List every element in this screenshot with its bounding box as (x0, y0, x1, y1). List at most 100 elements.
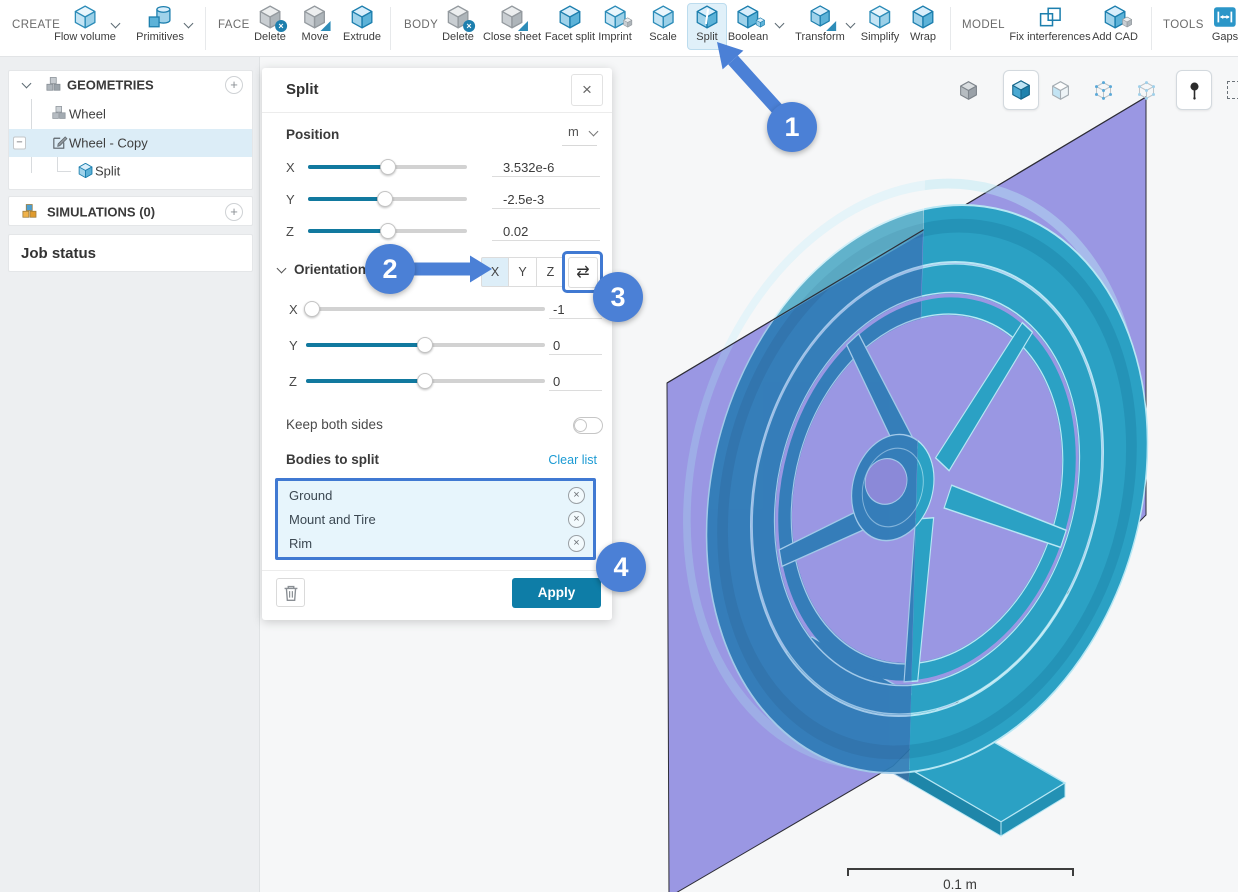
sidebar-item-wheel[interactable]: Wheel (9, 99, 252, 129)
remove-item-icon[interactable]: × (568, 511, 585, 528)
position-z-slider-handle[interactable] (380, 223, 396, 239)
wrap-button[interactable]: Wrap (910, 4, 936, 43)
chevron-down-icon[interactable] (184, 19, 194, 29)
boolean-button[interactable]: Boolean (728, 4, 768, 43)
divider (262, 112, 612, 113)
view-box-select-button[interactable] (1218, 70, 1238, 110)
toolbar-separator (390, 7, 391, 50)
delete-operation-button[interactable] (276, 578, 305, 607)
facet-split-icon (557, 4, 583, 30)
clear-list-link[interactable]: Clear list (548, 453, 597, 467)
close-panel-button[interactable]: × (571, 74, 603, 106)
trash-icon (280, 582, 302, 604)
bodies-to-split-label: Bodies to split (286, 452, 379, 467)
position-x-value[interactable]: 3.532e-6 (503, 160, 554, 175)
group-label-face: FACE (218, 19, 250, 31)
orientation-x-slider-handle[interactable] (304, 301, 320, 317)
fix-interferences-button[interactable]: Fix interferences (1009, 4, 1090, 43)
view-wireframe-button[interactable] (1085, 70, 1121, 110)
move-face-button[interactable]: Move (302, 4, 329, 43)
axis-label: Z (289, 374, 297, 389)
add-cad-button[interactable]: Add CAD (1092, 4, 1138, 43)
body-delete-button[interactable]: × Delete (442, 4, 474, 43)
panel-footer: Apply (262, 570, 612, 620)
list-item[interactable]: Ground × (278, 484, 593, 508)
job-status-card[interactable]: Job status (8, 234, 253, 272)
simulations-card: SIMULATIONS (0) + (8, 196, 253, 226)
orientation-x-value[interactable]: -1 (553, 302, 565, 317)
job-status-label: Job status (21, 245, 96, 262)
orientation-y-slider-handle[interactable] (417, 337, 433, 353)
geometries-icon (45, 76, 63, 94)
axis-label: Z (286, 224, 294, 239)
face-select-cube-icon (1050, 80, 1071, 101)
keep-both-sides-toggle[interactable] (573, 417, 603, 434)
axis-label: X (289, 302, 298, 317)
flip-orientation-button[interactable]: ⇄ (568, 257, 598, 288)
close-sheet-button[interactable]: Close sheet (483, 4, 541, 43)
wireframe-cube-icon (1093, 80, 1114, 101)
wrap-icon (910, 4, 936, 30)
view-pin-button[interactable] (1176, 70, 1212, 110)
chevron-down-icon[interactable] (22, 79, 32, 89)
orientation-y-value[interactable]: 0 (553, 338, 560, 353)
orientation-y-button[interactable]: Y (509, 257, 537, 287)
view-shaded-cube-button[interactable] (1003, 70, 1039, 110)
add-simulation-button[interactable]: + (225, 203, 243, 221)
position-z-value[interactable]: 0.02 (503, 224, 528, 239)
add-geometry-button[interactable]: + (225, 76, 243, 94)
fix-interferences-icon (1037, 4, 1063, 30)
orientation-z-slider-handle[interactable] (417, 373, 433, 389)
facet-split-button[interactable]: Facet split (545, 4, 595, 43)
view-face-select-button[interactable] (1042, 70, 1078, 110)
collapse-icon[interactable]: − (13, 137, 26, 150)
chevron-down-icon[interactable] (277, 264, 287, 274)
face-delete-button[interactable]: × Delete (254, 4, 286, 43)
primitives-button[interactable]: Primitives (136, 4, 184, 43)
sidebar-item-wheel-copy[interactable]: − Wheel - Copy (9, 129, 252, 157)
group-label-model: MODEL (962, 19, 1005, 31)
annotation-step-3: 3 (593, 272, 643, 322)
orientation-z-button[interactable]: Z (537, 257, 565, 287)
orientation-x-button[interactable]: X (481, 257, 509, 287)
chevron-down-icon[interactable] (775, 19, 785, 29)
view-vertex-button[interactable] (1128, 70, 1164, 110)
imprint-button[interactable]: Imprint (598, 4, 632, 43)
apply-button[interactable]: Apply (512, 578, 601, 608)
primitives-icon (147, 4, 173, 30)
axis-label: X (286, 160, 295, 175)
axis-label: Y (286, 192, 295, 207)
toolbar-separator (205, 7, 206, 50)
position-y-slider-handle[interactable] (377, 191, 393, 207)
scale-bar-label: 0.1 m (943, 877, 977, 892)
edit-icon (51, 134, 68, 151)
sidebar-item-simulations[interactable]: SIMULATIONS (0) + (9, 197, 252, 227)
list-item[interactable]: Rim × (278, 532, 593, 556)
toolbar-separator (950, 7, 951, 50)
simplify-icon (867, 4, 893, 30)
remove-item-icon[interactable]: × (568, 535, 585, 552)
gaps-button[interactable]: Gaps (1212, 4, 1238, 43)
simplify-button[interactable]: Simplify (861, 4, 900, 43)
orientation-x-slider[interactable] (306, 307, 545, 311)
orientation-axis-buttons: X Y Z (481, 257, 565, 287)
extrude-face-button[interactable]: Extrude (343, 4, 381, 43)
simulations-icon (21, 203, 39, 221)
split-button[interactable]: Split (694, 4, 720, 43)
list-item[interactable]: Mount and Tire × (278, 508, 593, 532)
remove-item-icon[interactable]: × (568, 487, 585, 504)
sidebar-item-geometries[interactable]: GEOMETRIES + (9, 71, 252, 99)
transform-button[interactable]: Transform (795, 4, 845, 43)
axis-label: Y (289, 338, 298, 353)
scale-body-button[interactable]: Scale (649, 4, 677, 43)
group-label-tools: TOOLS (1163, 19, 1204, 31)
main-toolbar: CREATE FACE BODY MODEL TOOLS Flow volume… (0, 0, 1238, 57)
position-y-value[interactable]: -2.5e-3 (503, 192, 544, 207)
sidebar-item-split[interactable]: Split (9, 157, 252, 185)
pin-icon (1184, 80, 1205, 101)
chevron-down-icon[interactable] (846, 19, 856, 29)
view-solid-gray-cube-button[interactable] (950, 70, 986, 110)
flow-volume-button[interactable]: Flow volume (54, 4, 116, 43)
orientation-z-value[interactable]: 0 (553, 374, 560, 389)
position-x-slider-handle[interactable] (380, 159, 396, 175)
